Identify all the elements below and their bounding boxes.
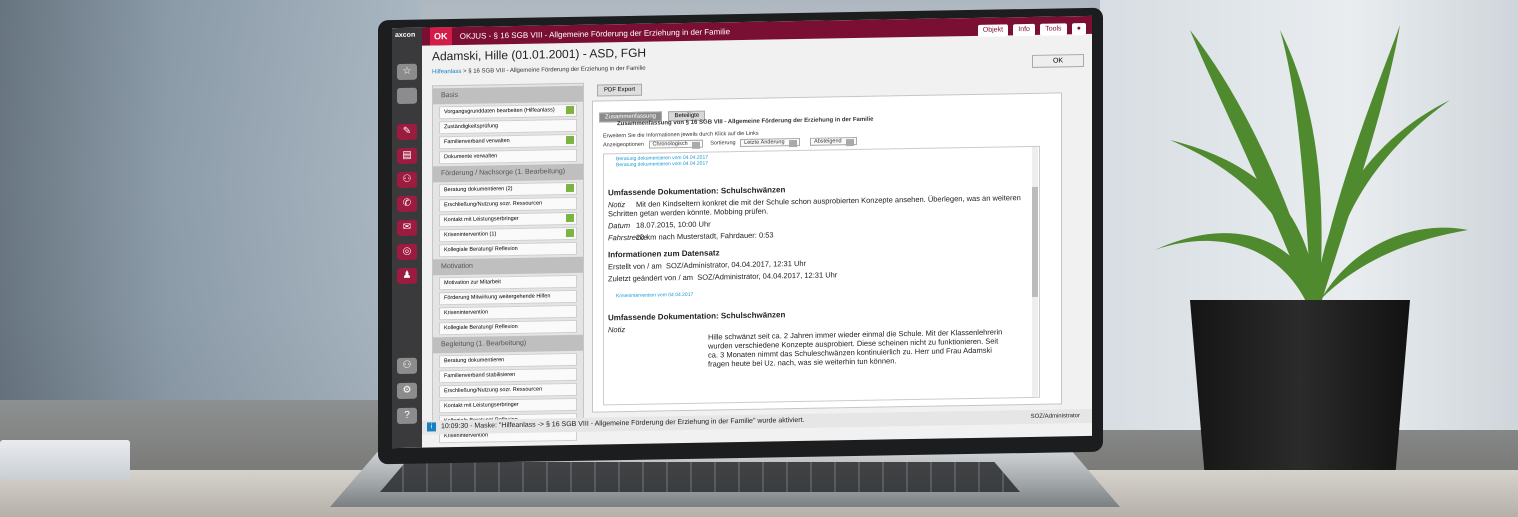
breadcrumb-current: > § 16 SGB VIII - Allgemeine Förderung d… — [461, 65, 646, 75]
window-title: OKJUS - § 16 SGB VIII - Allgemeine Förde… — [459, 27, 731, 41]
sort-options: Anzeigeoptionen Chronologisch Sortierung… — [603, 137, 863, 150]
sidebar-section-header[interactable]: Förderung / Nachsorge (1. Bearbeitung) — [433, 163, 583, 183]
sidebar-item-label: Kollegiale Beratung/ Reflexion — [444, 323, 518, 332]
laptop-keyboard — [380, 462, 1020, 492]
phone-icon[interactable]: ✆ — [397, 195, 417, 213]
sidebar-item-label: Förderung Mitwirkung weitergehende Hilfe… — [444, 293, 551, 302]
status-message: 10:09:30 - Maske: "Hilfeanlass -> § 16 S… — [440, 416, 805, 431]
sidebar-item[interactable]: Kontakt mit Leistungserbringer — [439, 397, 577, 414]
checkmark-icon — [566, 183, 574, 193]
sidebar-item-label: Erschließung/Nutzung sozr. Ressourcen — [444, 200, 543, 209]
brand-logo: axcon — [395, 31, 416, 40]
app-badge: OK — [430, 27, 452, 46]
icon-rail: axcon ☆ ✎ ▤ ⚇ ✆ ✉ ◎ ♟ ⚇ ⚙ ? — [392, 27, 422, 449]
sidebar-item-label: Krisenintervention (1) — [444, 231, 497, 239]
checkmark-icon — [566, 105, 574, 115]
sidebar-item-label: Kollegiale Beratung/ Reflexion — [444, 245, 518, 254]
created-label: Erstellt von / am — [608, 261, 662, 272]
info-icon: i — [427, 422, 436, 432]
sidebar-item[interactable]: Erschließung/Nutzung sozr. Ressourcen — [439, 196, 577, 213]
sidebar: Basis Vorgangsgrunddaten bearbeiten (Hilf… — [432, 82, 584, 444]
users-icon[interactable]: ⚇ — [397, 357, 417, 375]
person-icon[interactable]: ♟ — [397, 267, 417, 285]
sort-select[interactable]: Letzte Änderung — [740, 137, 800, 148]
sidebar-section-header[interactable]: Begleitung (1. Bearbeitung) — [433, 334, 583, 354]
sidebar-item[interactable]: Familienverband stabilisieren — [439, 367, 577, 384]
plant-image — [1155, 25, 1468, 310]
sidebar-item-label: Dokumente verwalten — [444, 153, 498, 161]
sidebar-item[interactable]: Beratung dokumentieren (2) — [439, 181, 577, 198]
settings-icon[interactable]: ⚙ — [397, 382, 417, 400]
books-stack — [0, 440, 130, 480]
info-button[interactable]: Info — [1013, 23, 1035, 37]
sidebar-item-label: Zuständigkeitsprüfung — [444, 123, 499, 131]
sidebar-item-label: Motivation zur Mitarbeit — [444, 279, 501, 287]
datum-value: 18.07.2015, 10:00 Uhr — [636, 219, 711, 230]
sort-label: Sortierung — [710, 140, 736, 147]
sidebar-item-label: Vorgangsgrunddaten bearbeiten (Hilfeanla… — [444, 107, 555, 116]
sidebar-item[interactable]: Förderung Mitwirkung weitergehende Hilfe… — [439, 289, 577, 306]
sidebar-item[interactable]: Motivation zur Mitarbeit — [439, 274, 577, 291]
help-icon[interactable]: ? — [397, 407, 417, 425]
notiz-label: Notiz — [608, 325, 626, 335]
sidebar-item[interactable]: Krisenintervention — [439, 304, 577, 321]
pdf-export-button[interactable]: PDF Export — [597, 83, 643, 97]
datum-label: Datum — [608, 220, 631, 231]
tools-button[interactable]: Tools — [1040, 23, 1067, 36]
sidebar-item-label: Krisenintervention — [444, 309, 489, 317]
sidebar-item[interactable]: Kollegiale Beratung/ Reflexion — [439, 319, 577, 336]
changed-label: Zuletzt geändert von / am — [608, 272, 694, 284]
sidebar-item-label: Beratung dokumentieren — [444, 357, 505, 365]
scrollbar[interactable] — [1032, 146, 1038, 397]
sidebar-item[interactable]: Dokumente verwalten — [439, 148, 577, 165]
star-icon[interactable]: ☆ — [397, 63, 417, 81]
title-bar-buttons: Objekt Info Tools ● — [975, 19, 1086, 39]
objekt-button[interactable]: Objekt — [977, 24, 1009, 37]
sidebar-item-label: Kontakt mit Leistungserbringer — [444, 215, 519, 224]
close-icon[interactable]: ● — [1071, 22, 1086, 36]
page-title: Adamski, Hille (01.01.2001) - ASD, FGH — [432, 45, 647, 64]
created-value: SOZ/Administrator, 04.04.2017, 12:31 Uhr — [665, 258, 807, 271]
sidebar-item[interactable]: Familienverband verwalten — [439, 133, 577, 150]
sidebar-item-label: Kontakt mit Leistungserbringer — [444, 401, 519, 410]
checkmark-icon — [566, 135, 574, 145]
checkmark-icon — [566, 213, 574, 223]
sidebar-item[interactable]: Krisenintervention (1) — [439, 226, 577, 243]
background-window-left — [0, 0, 420, 400]
sidebar-section-header[interactable]: Basis — [433, 85, 583, 105]
document-viewer: Beratung dokumentieren vom 04.04.2017 Be… — [603, 145, 1040, 406]
blank-tile-icon[interactable] — [397, 87, 417, 105]
sidebar-item[interactable]: Kontakt mit Leistungserbringer — [439, 211, 577, 228]
sidebar-item-label: Familienverband verwalten — [444, 138, 510, 146]
current-user: SOZ/Administrator — [1030, 413, 1080, 420]
sidebar-item-label: Familienverband stabilisieren — [444, 371, 516, 380]
sidebar-item-label: Erschließung/Nutzung sozr. Ressourcen — [444, 386, 543, 395]
sidebar-item[interactable]: Kollegiale Beratung/ Reflexion — [439, 241, 577, 258]
main-content: Zusammenfassung Beteiligte Zusammenfassu… — [592, 92, 1062, 413]
order-select[interactable]: Absteigend — [810, 137, 857, 146]
breadcrumb-link[interactable]: Hilfeanlass — [432, 69, 461, 76]
sidebar-section-header[interactable]: Motivation — [433, 256, 583, 276]
app-screen: axcon ☆ ✎ ▤ ⚇ ✆ ✉ ◎ ♟ ⚇ ⚙ ? OK OKJUS - §… — [392, 15, 1092, 449]
display-options-label: Anzeigeoptionen — [603, 141, 644, 149]
sidebar-item-label: Beratung dokumentieren (2) — [444, 186, 513, 194]
people-icon[interactable]: ⚇ — [397, 171, 417, 189]
checkmark-icon — [566, 228, 574, 238]
sidebar-item[interactable]: Beratung dokumentieren — [439, 352, 577, 369]
document-icon[interactable]: ▤ — [397, 147, 417, 165]
target-icon[interactable]: ◎ — [397, 243, 417, 261]
document-edit-icon[interactable]: ✎ — [397, 123, 417, 141]
fahrstrecke-label: Fahrstrecke — [608, 232, 648, 243]
notiz-value: Hille schwänzt seit ca. 2 Jahren immer w… — [708, 327, 1003, 369]
sidebar-item[interactable]: Erschließung/Nutzung sozr. Ressourcen — [439, 382, 577, 399]
mail-icon[interactable]: ✉ — [397, 219, 417, 237]
breadcrumb: Hilfeanlass > § 16 SGB VIII - Allgemeine… — [432, 66, 646, 76]
ok-button[interactable]: OK — [1032, 54, 1084, 68]
sidebar-item[interactable]: Vorgangsgrunddaten bearbeiten (Hilfeanla… — [439, 103, 577, 120]
scrollbar-thumb[interactable] — [1032, 186, 1038, 297]
display-select[interactable]: Chronologisch — [648, 139, 703, 149]
sidebar-item[interactable]: Zuständigkeitsprüfung — [439, 118, 577, 135]
